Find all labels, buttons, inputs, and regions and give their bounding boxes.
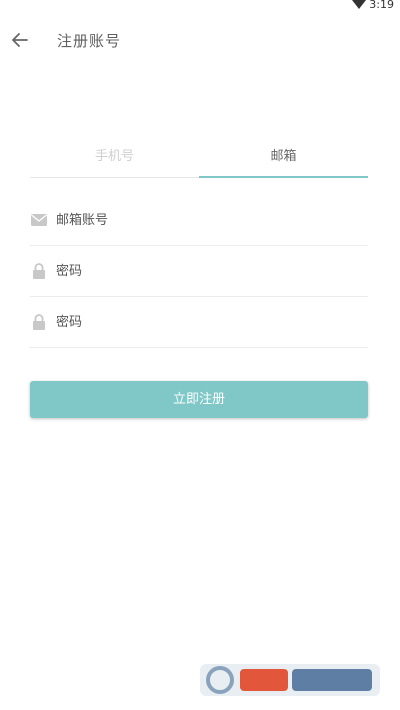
password-field-row (30, 246, 368, 297)
register-button[interactable]: 立即注册 (30, 381, 368, 418)
lock-icon (33, 263, 45, 279)
page-title: 注册账号 (57, 32, 122, 50)
active-tab-indicator (199, 176, 368, 178)
register-form (30, 195, 368, 348)
tab-phone[interactable]: 手机号 (30, 140, 199, 180)
password-input[interactable] (56, 256, 356, 286)
status-time: 3:19 (369, 0, 394, 11)
register-method-tabs: 手机号 邮箱 (30, 140, 368, 180)
app-bar: 注册账号 (0, 24, 400, 58)
confirm-password-input[interactable] (56, 307, 356, 337)
register-page: 3:19 注册账号 手机号 邮箱 邮箱账号 立即注册 (0, 0, 400, 710)
email-input[interactable] (56, 205, 356, 235)
lock-icon (33, 314, 45, 330)
email-field-row (30, 195, 368, 246)
status-bar: 3:19 (0, 0, 400, 14)
tab-email[interactable]: 邮箱 (199, 140, 368, 180)
back-button[interactable] (8, 28, 32, 52)
mail-icon (31, 214, 47, 226)
confirm-password-field-row (30, 297, 368, 348)
wifi-icon (352, 0, 366, 9)
watermark-logo (200, 664, 380, 696)
back-arrow-icon (12, 33, 28, 47)
